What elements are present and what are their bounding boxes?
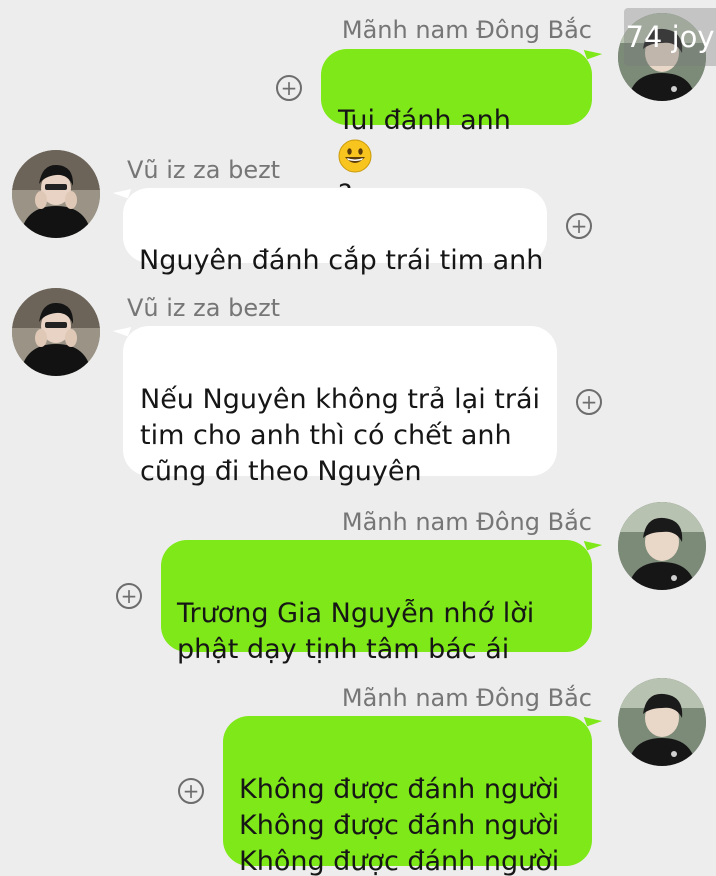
sender-name: Vũ iz za bezt [127, 294, 281, 322]
plus-circle-icon: + [570, 214, 588, 238]
sender-avatar-left[interactable] [12, 150, 100, 238]
message-bubble-3[interactable]: Nếu Nguyên không trả lại trái tim cho an… [123, 326, 557, 487]
sender-name: Mãnh nam Đông Bắc [341, 508, 592, 536]
message-bubble-1[interactable]: Tui đánh anh ? [321, 49, 592, 210]
message-text: Không được đánh người Không được đánh ng… [239, 774, 560, 876]
plus-circle-icon: + [182, 779, 200, 803]
message-text: Tui đánh anh [338, 105, 511, 136]
message-bubble-5[interactable]: Không được đánh người Không được đánh ng… [223, 716, 592, 876]
message-bubble-2[interactable]: Nguyên đánh cắp trái tim anh [123, 188, 547, 276]
watermark-label: 74 joy [624, 8, 716, 66]
message-text: Nếu Nguyên không trả lại trái tim cho an… [140, 384, 541, 487]
add-reaction-button[interactable]: + [276, 75, 302, 101]
add-reaction-button[interactable]: + [178, 778, 204, 804]
plus-circle-icon: + [280, 76, 298, 100]
add-reaction-button[interactable]: + [566, 213, 592, 239]
plus-circle-icon: + [120, 584, 138, 608]
message-text: Trương Gia Nguyễn nhớ lời phật dạy tịnh … [177, 598, 535, 665]
grinning-face-emoji [338, 139, 372, 173]
sender-name: Mãnh nam Đông Bắc [341, 16, 592, 44]
sender-avatar-right[interactable] [618, 502, 706, 590]
message-bubble-4[interactable]: Trương Gia Nguyễn nhớ lời phật dạy tịnh … [161, 540, 592, 665]
sender-avatar-right[interactable] [618, 678, 706, 766]
add-reaction-button[interactable]: + [576, 389, 602, 415]
sender-name: Vũ iz za bezt [127, 156, 281, 184]
sender-avatar-left[interactable] [12, 288, 100, 376]
add-reaction-button[interactable]: + [116, 583, 142, 609]
message-text: Nguyên đánh cắp trái tim anh [139, 245, 544, 276]
sender-name: Mãnh nam Đông Bắc [341, 684, 592, 712]
chat-window: Mãnh nam Đông Bắc + Tui đánh anh ? Vũ iz… [0, 0, 716, 876]
plus-circle-icon: + [580, 390, 598, 414]
